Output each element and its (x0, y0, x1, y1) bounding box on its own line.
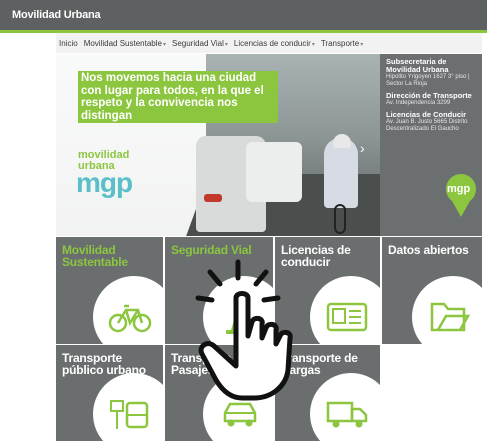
bicycle-icon (108, 304, 152, 333)
nav-item-inicio[interactable]: Inicio (56, 39, 81, 48)
car-image (246, 142, 302, 202)
id-card-icon (326, 302, 368, 332)
tile-transporte-publico[interactable]: Transporte público urbano (56, 345, 163, 441)
hero-slogan: Nos movemos hacia una ciudad con lugar p… (78, 71, 278, 123)
sidebar-text: Av. Juan B. Justo 5665 Distrito Descentr… (386, 119, 468, 132)
sidebar-logo: mgp (447, 183, 471, 195)
cyclist-image (324, 138, 358, 208)
sidebar-text: Av. Independencia 3299 (386, 100, 451, 106)
folder-icon (430, 302, 471, 332)
tile-label: Movilidad Sustentable (62, 243, 128, 269)
nav-item-transporte[interactable]: Transporte▾ (318, 39, 366, 48)
nav-label: Transporte (320, 38, 360, 48)
nav-label: Seguridad Vial (171, 38, 224, 48)
bike-wheel-image (334, 204, 346, 234)
tile-datos-abiertos[interactable]: Datos abiertos (382, 237, 482, 344)
nav-item-movilidad-sustentable[interactable]: Movilidad Sustentable▾ (81, 39, 169, 48)
bus-stop-icon (110, 400, 149, 429)
truck-icon (326, 401, 368, 428)
brand-logo: mgp (76, 167, 133, 198)
sidebar-title: Dirección de Transporte (386, 91, 472, 100)
chevron-down-icon: ▾ (311, 41, 315, 48)
nav-item-licencias[interactable]: Licencias de conducir▾ (231, 39, 318, 48)
nav-label: Licencias de conducir (233, 38, 311, 48)
location-pin-icon (446, 174, 476, 217)
nav-item-seguridad-vial[interactable]: Seguridad Vial▾ (169, 39, 231, 48)
hero-banner[interactable]: Nos movemos hacia una ciudad con lugar p… (56, 54, 380, 236)
tile-movilidad-sustentable[interactable]: Movilidad Sustentable (56, 237, 163, 344)
chevron-down-icon: ▾ (360, 41, 364, 48)
main-nav: Inicio Movilidad Sustentable▾ Seguridad … (56, 33, 482, 53)
sidebar-title: Subsecretaria de Movilidad Urbana (386, 57, 449, 74)
helmet-image (333, 134, 351, 148)
contact-sidebar: Subsecretaria de Movilidad Urbana Hipoli… (380, 54, 482, 236)
chevron-down-icon: ▾ (162, 41, 166, 48)
chevron-down-icon: ▾ (224, 41, 228, 48)
header-bar: Movilidad Urbana (0, 0, 487, 33)
car-taillight (204, 194, 222, 202)
sidebar-text: Hipolito Yrigoyen 1627 3° piso | Sector … (386, 74, 470, 87)
pointer-hand-icon (195, 259, 293, 401)
chevron-right-icon[interactable]: › (360, 140, 365, 156)
sidebar-title: Licencias de Conducir (386, 110, 467, 119)
tile-label: Transporte público urbano (62, 351, 146, 377)
site-title[interactable]: Movilidad Urbana (12, 9, 101, 21)
nav-label: Inicio (59, 38, 78, 48)
tile-label: Datos abiertos (388, 243, 469, 257)
nav-label: Movilidad Sustentable (83, 38, 162, 48)
tile-label: Seguridad Vial (171, 243, 252, 257)
